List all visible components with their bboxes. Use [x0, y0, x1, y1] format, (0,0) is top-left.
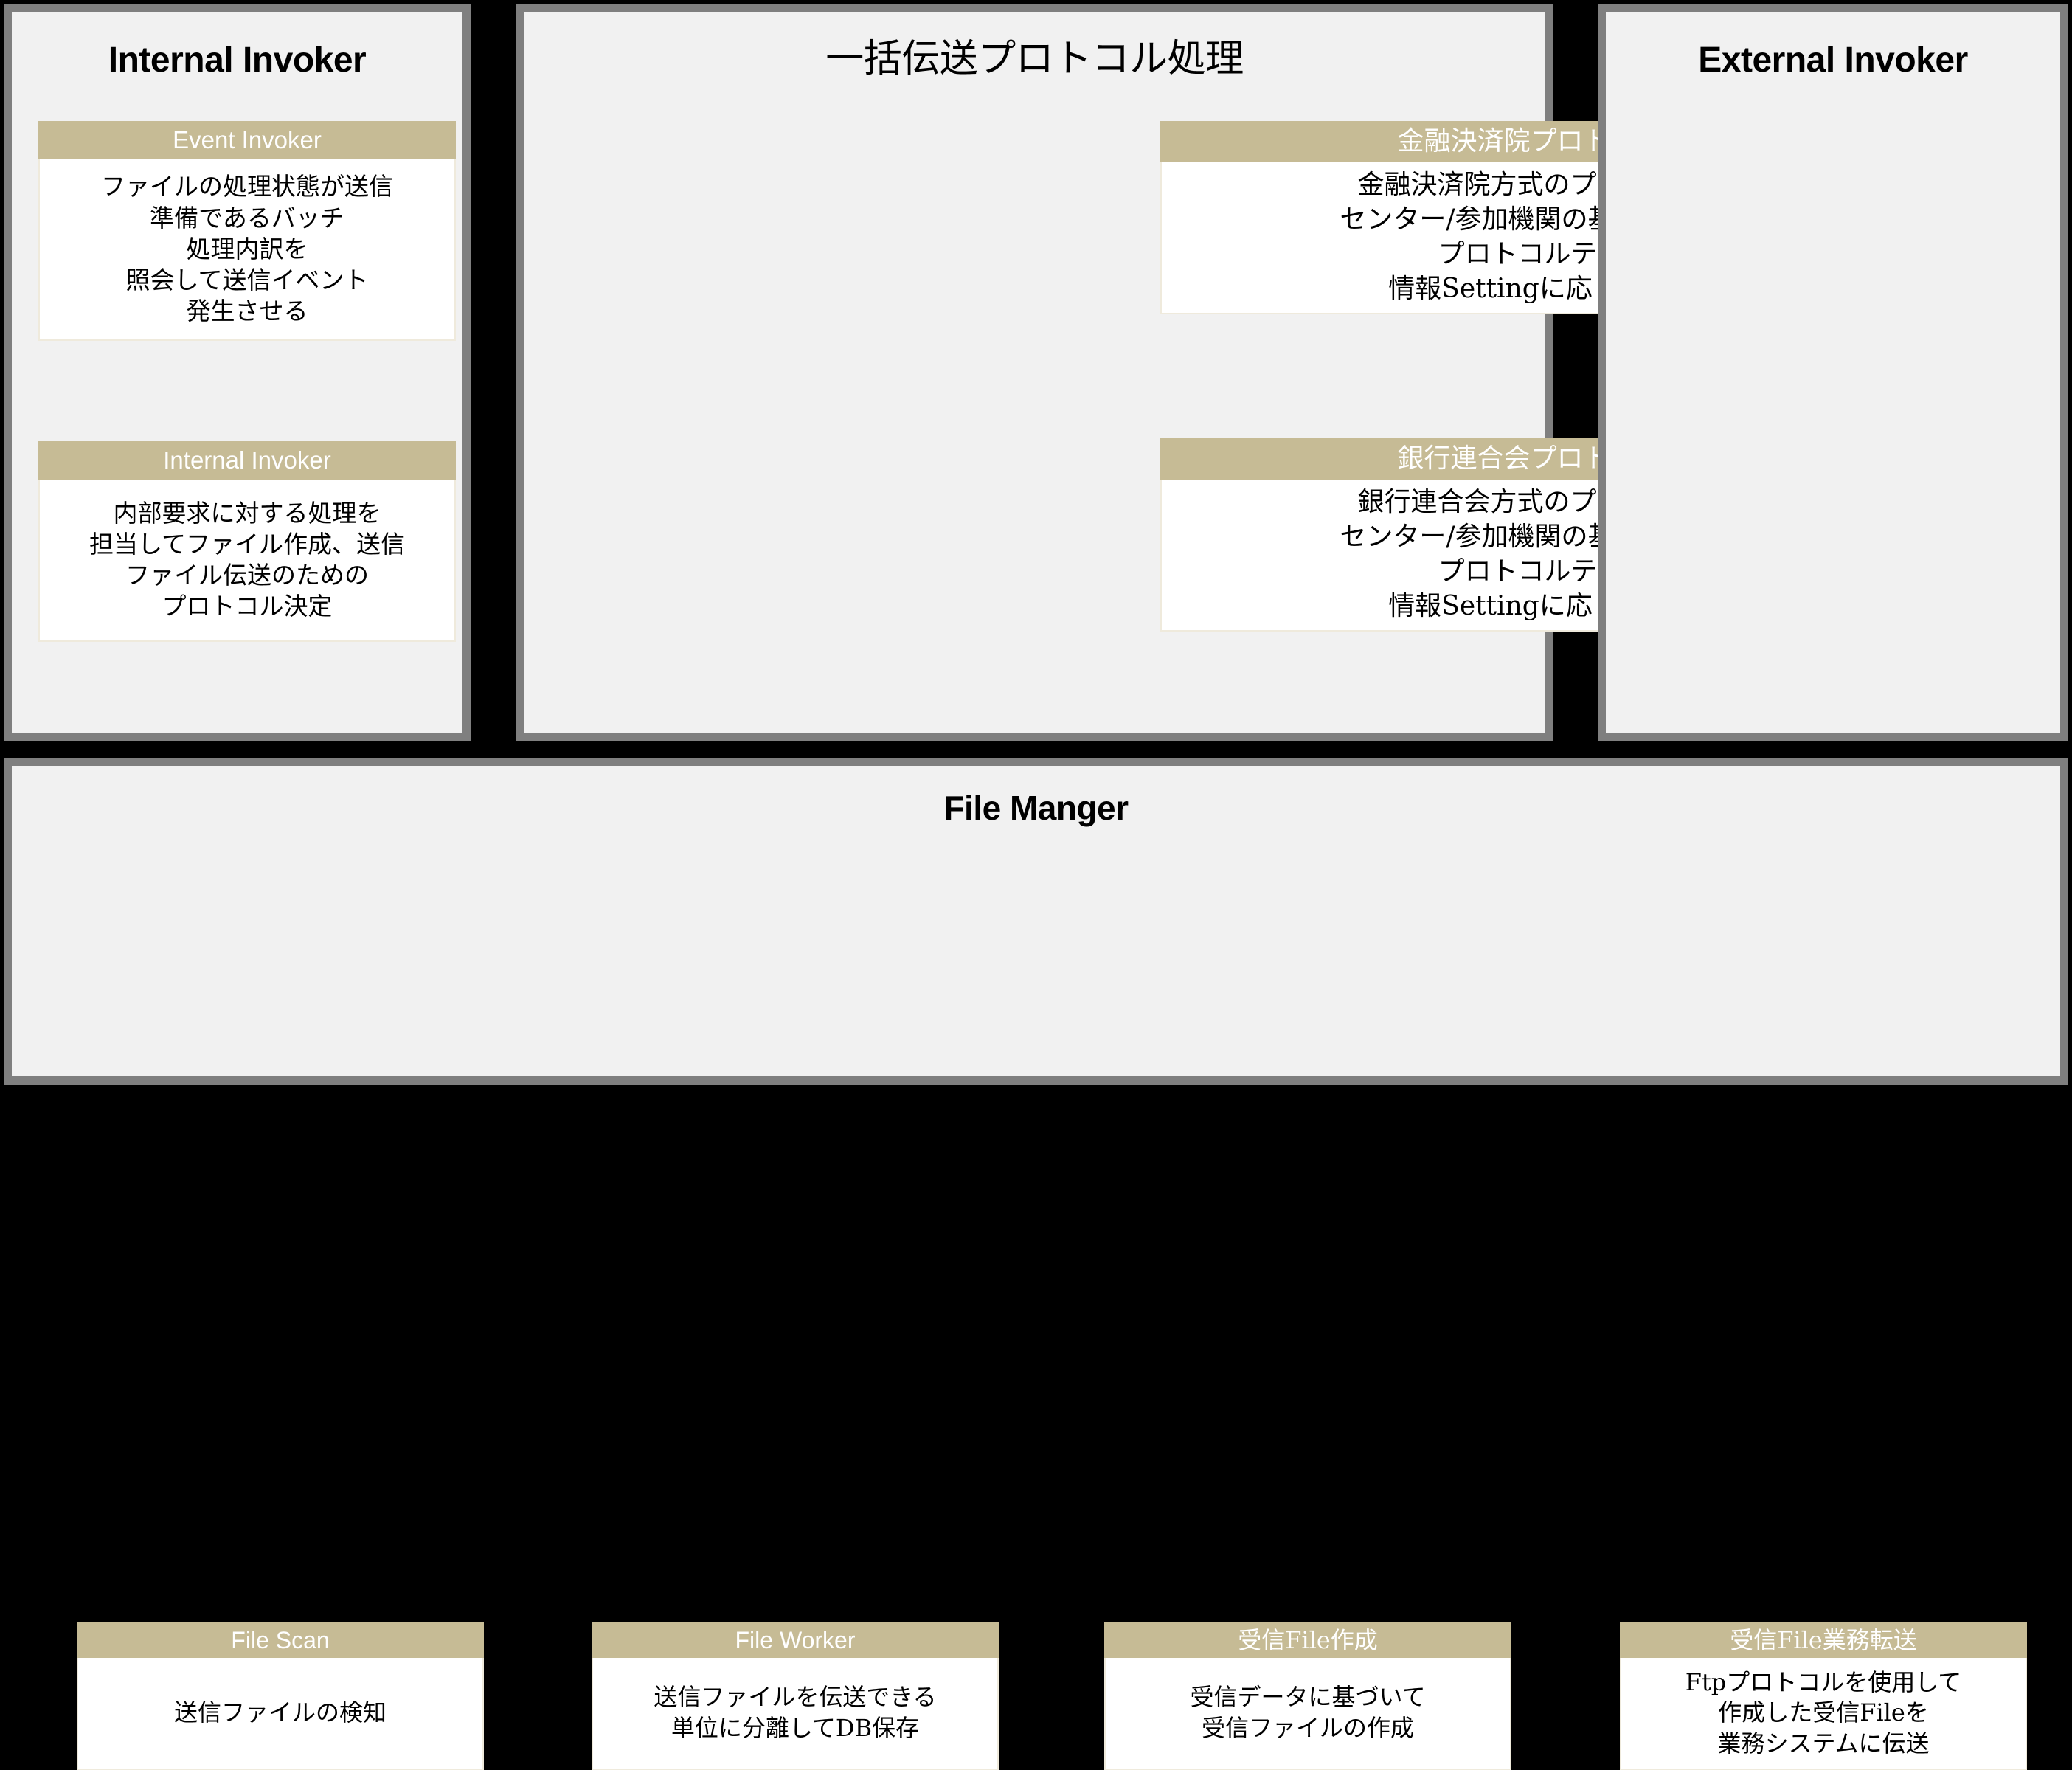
card-body-file-scan: 送信ファイルの検知 [77, 1658, 484, 1770]
panel-title-internal-invoker: Internal Invoker [108, 41, 367, 80]
panel-file-manager: File Manger File Scan 送信ファイルの検知 File Wor… [4, 758, 2068, 1770]
card-received-file-create[interactable]: 受信File作成 受信データに基づいて 受信ファイルの作成 [1104, 1622, 1511, 1770]
panel-title-file-manager: File Manger [943, 789, 1129, 827]
card-header-internal-invoker: Internal Invoker [38, 441, 456, 480]
card-body-file-worker: 送信ファイルを伝送できる 単位に分離してDB保存 [592, 1658, 999, 1770]
panel-title-batch-protocol: 一括伝送プロトコル処理 [825, 37, 1244, 81]
card-header-file-scan: File Scan [77, 1622, 484, 1658]
card-body-received-file-transfer: Ftpプロトコルを使用して 作成した受信Fileを 業務システムに伝送 [1620, 1658, 2027, 1770]
card-received-file-transfer[interactable]: 受信File業務転送 Ftpプロトコルを使用して 作成した受信Fileを 業務シ… [1620, 1622, 2027, 1770]
card-event-invoker[interactable]: Event Invoker ファイルの処理状態が送信 準備であるバッチ 処理内訳… [38, 121, 456, 341]
panel-title-external-invoker: External Invoker [1698, 41, 1968, 80]
card-body-event-invoker: ファイルの処理状態が送信 準備であるバッチ 処理内訳を 照会して送信イベント 発… [38, 159, 456, 341]
panel-batch-protocol: 一括伝送プロトコル処理 金融決済院プロトコル処理 金融決済院方式のプロトコル対応… [516, 4, 1953, 741]
panel-internal-invoker: Internal Invoker Event Invoker ファイルの処理状態… [4, 4, 471, 741]
card-body-received-file-create: 受信データに基づいて 受信ファイルの作成 [1104, 1658, 1511, 1770]
panel-external-invoker: External Invoker Instance Decision 外部取引発… [1598, 4, 2068, 741]
card-header-event-invoker: Event Invoker [38, 121, 456, 159]
card-header-file-worker: File Worker [592, 1622, 999, 1658]
card-file-worker[interactable]: File Worker 送信ファイルを伝送できる 単位に分離してDB保存 [592, 1622, 999, 1770]
card-file-scan[interactable]: File Scan 送信ファイルの検知 [77, 1622, 484, 1770]
card-header-received-file-create: 受信File作成 [1104, 1622, 1511, 1658]
card-body-internal-invoker: 内部要求に対する処理を 担当してファイル作成、送信 ファイル伝送のための プロト… [38, 480, 456, 642]
card-internal-invoker[interactable]: Internal Invoker 内部要求に対する処理を 担当してファイル作成、… [38, 441, 456, 642]
card-header-received-file-transfer: 受信File業務転送 [1620, 1622, 2027, 1658]
